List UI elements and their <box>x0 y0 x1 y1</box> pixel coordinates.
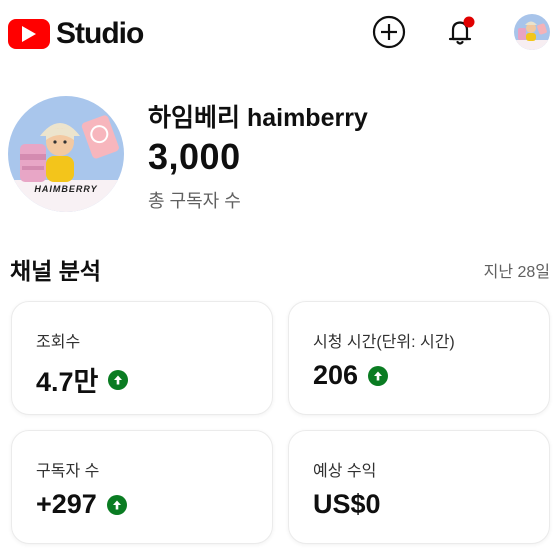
avatar-caption: HAIMBERRY <box>34 184 98 194</box>
studio-dashboard: Studio HAIMBERRY 하임베리 haimberry 3,000 총 … <box>0 0 560 560</box>
subscribers-card[interactable]: 구독자 수 +297 <box>11 430 273 544</box>
logo-text: Studio <box>56 17 144 50</box>
plus-circle-icon <box>372 15 406 49</box>
card-value: 206 <box>313 360 359 390</box>
card-label: 시청 시간(단위: 시간) <box>313 334 455 351</box>
card-label: 구독자 수 <box>36 463 100 480</box>
notification-dot <box>463 16 475 28</box>
subscriber-label: 총 구독자 수 <box>148 191 241 211</box>
notifications-button[interactable] <box>442 14 478 50</box>
watch-time-card[interactable]: 시청 시간(단위: 시간) 206 <box>288 301 550 415</box>
analytics-period[interactable]: 지난 28일 <box>484 258 550 282</box>
youtube-studio-logo[interactable]: Studio <box>8 16 144 52</box>
bell-icon <box>448 16 475 45</box>
channel-avatar[interactable]: HAIMBERRY <box>8 96 124 212</box>
top-app-bar: Studio <box>0 0 560 68</box>
channel-name: 하임베리 haimberry <box>148 104 368 132</box>
create-button[interactable] <box>371 14 407 50</box>
trend-up-icon <box>368 365 389 386</box>
card-value: US$0 <box>313 489 381 519</box>
trend-up-icon <box>108 369 129 390</box>
subscriber-count: 3,000 <box>148 136 241 177</box>
analytics-title: 채널 분석 <box>10 258 102 284</box>
trend-up-icon <box>106 494 127 515</box>
revenue-card[interactable]: 예상 수익 US$0 <box>288 430 550 544</box>
views-card[interactable]: 조회수 4.7만 <box>11 301 273 415</box>
card-value: 4.7만 <box>36 367 99 397</box>
card-label: 예상 수익 <box>313 463 377 480</box>
card-label: 조회수 <box>36 334 81 351</box>
youtube-play-icon <box>8 19 50 49</box>
account-avatar[interactable] <box>514 14 550 50</box>
card-value: +297 <box>36 489 97 519</box>
